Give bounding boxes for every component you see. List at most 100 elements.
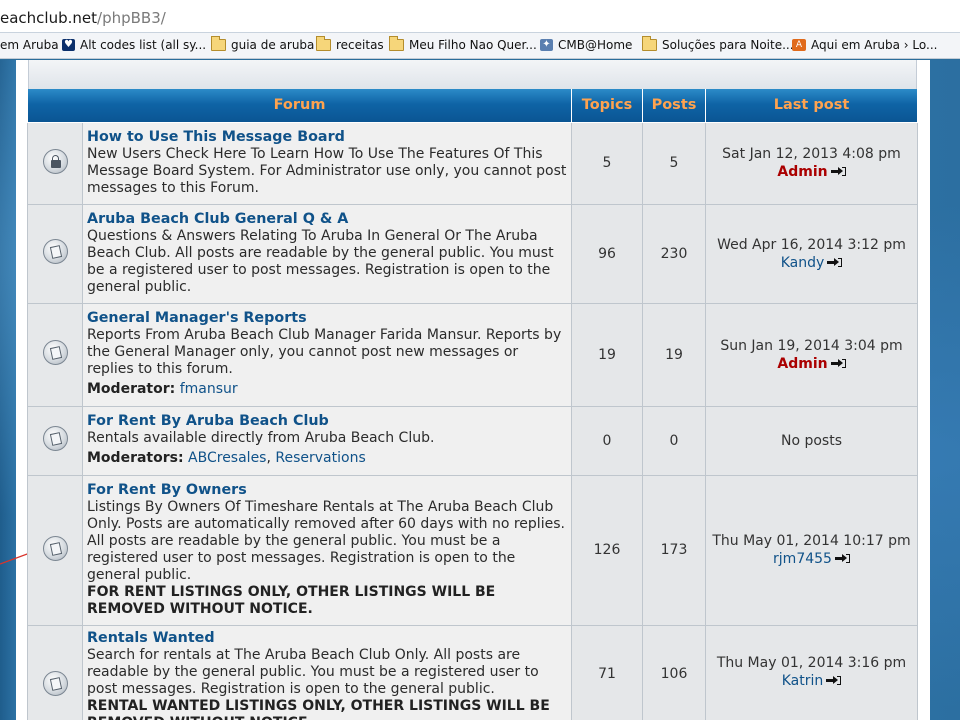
moderator-line: Moderators: ABCresales, Reservations bbox=[87, 450, 366, 466]
last-post-cell: No posts bbox=[705, 405, 918, 476]
forum-read-icon bbox=[42, 239, 68, 264]
last-post-author[interactable]: rjm7455 bbox=[773, 551, 832, 567]
folder-icon bbox=[389, 36, 404, 51]
bookmark-em-aruba[interactable]: em Aruba bbox=[0, 38, 59, 52]
posts-count: 106 bbox=[642, 624, 706, 720]
goto-last-post-icon[interactable] bbox=[827, 257, 843, 268]
topics-count: 96 bbox=[571, 203, 643, 304]
forum-row-rent-by-club: For Rent By Aruba Beach Club Rentals ava… bbox=[27, 405, 918, 476]
folder-icon bbox=[211, 36, 226, 51]
topics-count: 5 bbox=[571, 121, 643, 205]
moderator-label: Moderator: bbox=[87, 381, 176, 397]
header-forum: Forum bbox=[27, 89, 572, 123]
heart-icon: ♥ bbox=[62, 39, 75, 51]
last-post-date: Thu May 01, 2014 3:16 pm bbox=[716, 654, 907, 671]
forum-read-icon bbox=[42, 670, 68, 696]
goto-last-post-icon[interactable] bbox=[830, 166, 846, 177]
forum-description: Search for rentals at The Aruba Beach Cl… bbox=[87, 646, 539, 697]
forum-description: Rentals available directly from Aruba Be… bbox=[87, 430, 435, 446]
forum-row-rentals-wanted: Rentals Wanted Search for rentals at The… bbox=[27, 624, 918, 720]
topics-count: 19 bbox=[571, 302, 643, 407]
aqui-icon: A bbox=[792, 39, 806, 51]
forum-link-managers-reports[interactable]: General Manager's Reports bbox=[87, 310, 567, 327]
forum-table: Forum Topics Posts Last post How to Use … bbox=[27, 89, 918, 720]
bookmark-receitas[interactable]: receitas bbox=[316, 36, 384, 52]
bookmarks-bar: em Aruba ♥ Alt codes list (all sy... gui… bbox=[0, 33, 960, 59]
last-post-cell: Thu May 01, 2014 10:17 pm rjm7455 bbox=[705, 474, 918, 626]
forum-description: Reports From Aruba Beach Club Manager Fa… bbox=[87, 327, 562, 377]
bookmark-label: guia de aruba bbox=[231, 38, 315, 52]
bookmark-label: Alt codes list (all sy... bbox=[80, 38, 207, 52]
bookmark-solucoes[interactable]: Soluções para Noite... bbox=[642, 36, 794, 52]
topics-count: 0 bbox=[571, 405, 643, 476]
last-post-author[interactable]: Kandy bbox=[781, 255, 825, 271]
bookmark-label: CMB@Home bbox=[558, 38, 633, 52]
last-post-author[interactable]: Admin bbox=[777, 356, 827, 372]
bookmark-guia-de-aruba[interactable]: guia de aruba bbox=[211, 36, 315, 52]
last-post-date: Sun Jan 19, 2014 3:04 pm bbox=[720, 337, 903, 354]
posts-count: 173 bbox=[642, 474, 706, 626]
forum-link-rentals-wanted[interactable]: Rentals Wanted bbox=[87, 630, 567, 647]
bookmark-meu-filho[interactable]: Meu Filho Nao Quer... bbox=[389, 36, 537, 52]
forum-read-icon bbox=[42, 426, 68, 451]
forum-description: Listings By Owners Of Timeshare Rentals … bbox=[87, 498, 565, 583]
topics-count: 71 bbox=[571, 624, 643, 720]
locked-forum-icon bbox=[42, 148, 68, 174]
posts-count: 0 bbox=[642, 405, 706, 476]
bookmark-aqui-em-aruba[interactable]: A Aqui em Aruba › Lo... bbox=[792, 38, 937, 52]
url-host: eachclub.net bbox=[0, 9, 98, 27]
last-post-cell: Wed Apr 16, 2014 3:12 pm Kandy bbox=[705, 203, 918, 304]
bookmark-label: receitas bbox=[336, 38, 384, 52]
forum-notice: RENTAL WANTED LISTINGS ONLY, OTHER LISTI… bbox=[87, 697, 550, 720]
forum-link-how-to-use[interactable]: How to Use This Message Board bbox=[87, 129, 567, 146]
goto-last-post-icon[interactable] bbox=[826, 675, 842, 686]
forum-description: Questions & Answers Relating To Aruba In… bbox=[87, 227, 554, 295]
header-posts: Posts bbox=[642, 89, 706, 123]
forum-row-rent-by-owners: For Rent By Owners Listings By Owners Of… bbox=[27, 474, 918, 626]
bookmark-label: Meu Filho Nao Quer... bbox=[409, 38, 537, 52]
bookmark-label: em Aruba bbox=[0, 38, 59, 52]
cmb-icon: ✦ bbox=[540, 39, 553, 51]
bookmark-alt-codes[interactable]: ♥ Alt codes list (all sy... bbox=[62, 38, 206, 52]
header-last-post: Last post bbox=[705, 89, 918, 123]
last-post-date: Wed Apr 16, 2014 3:12 pm bbox=[717, 236, 906, 253]
last-post-cell: Sun Jan 19, 2014 3:04 pm Admin bbox=[705, 302, 918, 407]
moderator-line: Moderator: fmansur bbox=[87, 381, 567, 398]
last-post-cell: Thu May 01, 2014 3:16 pm Katrin bbox=[705, 624, 918, 720]
last-post-author[interactable]: Admin bbox=[777, 164, 827, 180]
forum-notice: FOR RENT LISTINGS ONLY, OTHER LISTINGS W… bbox=[87, 583, 496, 617]
address-bar[interactable]: eachclub.net/phpBB3/ bbox=[0, 0, 960, 33]
topics-count: 126 bbox=[571, 474, 643, 626]
goto-last-post-icon[interactable] bbox=[834, 553, 850, 564]
folder-icon bbox=[316, 36, 331, 51]
moderator-link[interactable]: ABCresales bbox=[188, 450, 266, 466]
forum-link-rent-by-club[interactable]: For Rent By Aruba Beach Club bbox=[87, 413, 567, 430]
header-strip bbox=[28, 60, 917, 90]
posts-count: 230 bbox=[642, 203, 706, 304]
last-post-date: Sat Jan 12, 2013 4:08 pm bbox=[722, 146, 901, 162]
forum-read-icon bbox=[42, 340, 68, 365]
header-topics: Topics bbox=[571, 89, 643, 123]
moderator-label: Moderators: bbox=[87, 450, 184, 466]
last-post-date: Thu May 01, 2014 10:17 pm bbox=[712, 533, 911, 549]
forum-row-managers-reports: General Manager's Reports Reports From A… bbox=[27, 302, 918, 407]
posts-count: 5 bbox=[642, 121, 706, 205]
forum-row-how-to-use: How to Use This Message Board New Users … bbox=[27, 121, 918, 205]
forum-link-general-qa[interactable]: Aruba Beach Club General Q & A bbox=[87, 211, 567, 228]
last-post-author[interactable]: Katrin bbox=[782, 673, 824, 689]
forum-read-icon bbox=[42, 535, 68, 561]
folder-icon bbox=[642, 36, 657, 51]
bookmark-label: Aqui em Aruba › Lo... bbox=[811, 38, 938, 52]
no-posts-text: No posts bbox=[780, 432, 843, 449]
moderator-link[interactable]: fmansur bbox=[180, 381, 238, 397]
forum-link-rent-by-owners[interactable]: For Rent By Owners bbox=[87, 482, 567, 499]
last-post-cell: Sat Jan 12, 2013 4:08 pm Admin bbox=[705, 121, 918, 205]
table-header-row: Forum Topics Posts Last post bbox=[27, 89, 918, 123]
goto-last-post-icon[interactable] bbox=[830, 358, 846, 369]
bookmark-cmb-home[interactable]: ✦ CMB@Home bbox=[540, 38, 632, 52]
posts-count: 19 bbox=[642, 302, 706, 407]
bookmark-label: Soluções para Noite... bbox=[662, 38, 794, 52]
moderator-link[interactable]: Reservations bbox=[275, 450, 365, 466]
forum-description: New Users Check Here To Learn How To Use… bbox=[87, 145, 567, 196]
forum-row-general-qa: Aruba Beach Club General Q & A Questions… bbox=[27, 203, 918, 304]
